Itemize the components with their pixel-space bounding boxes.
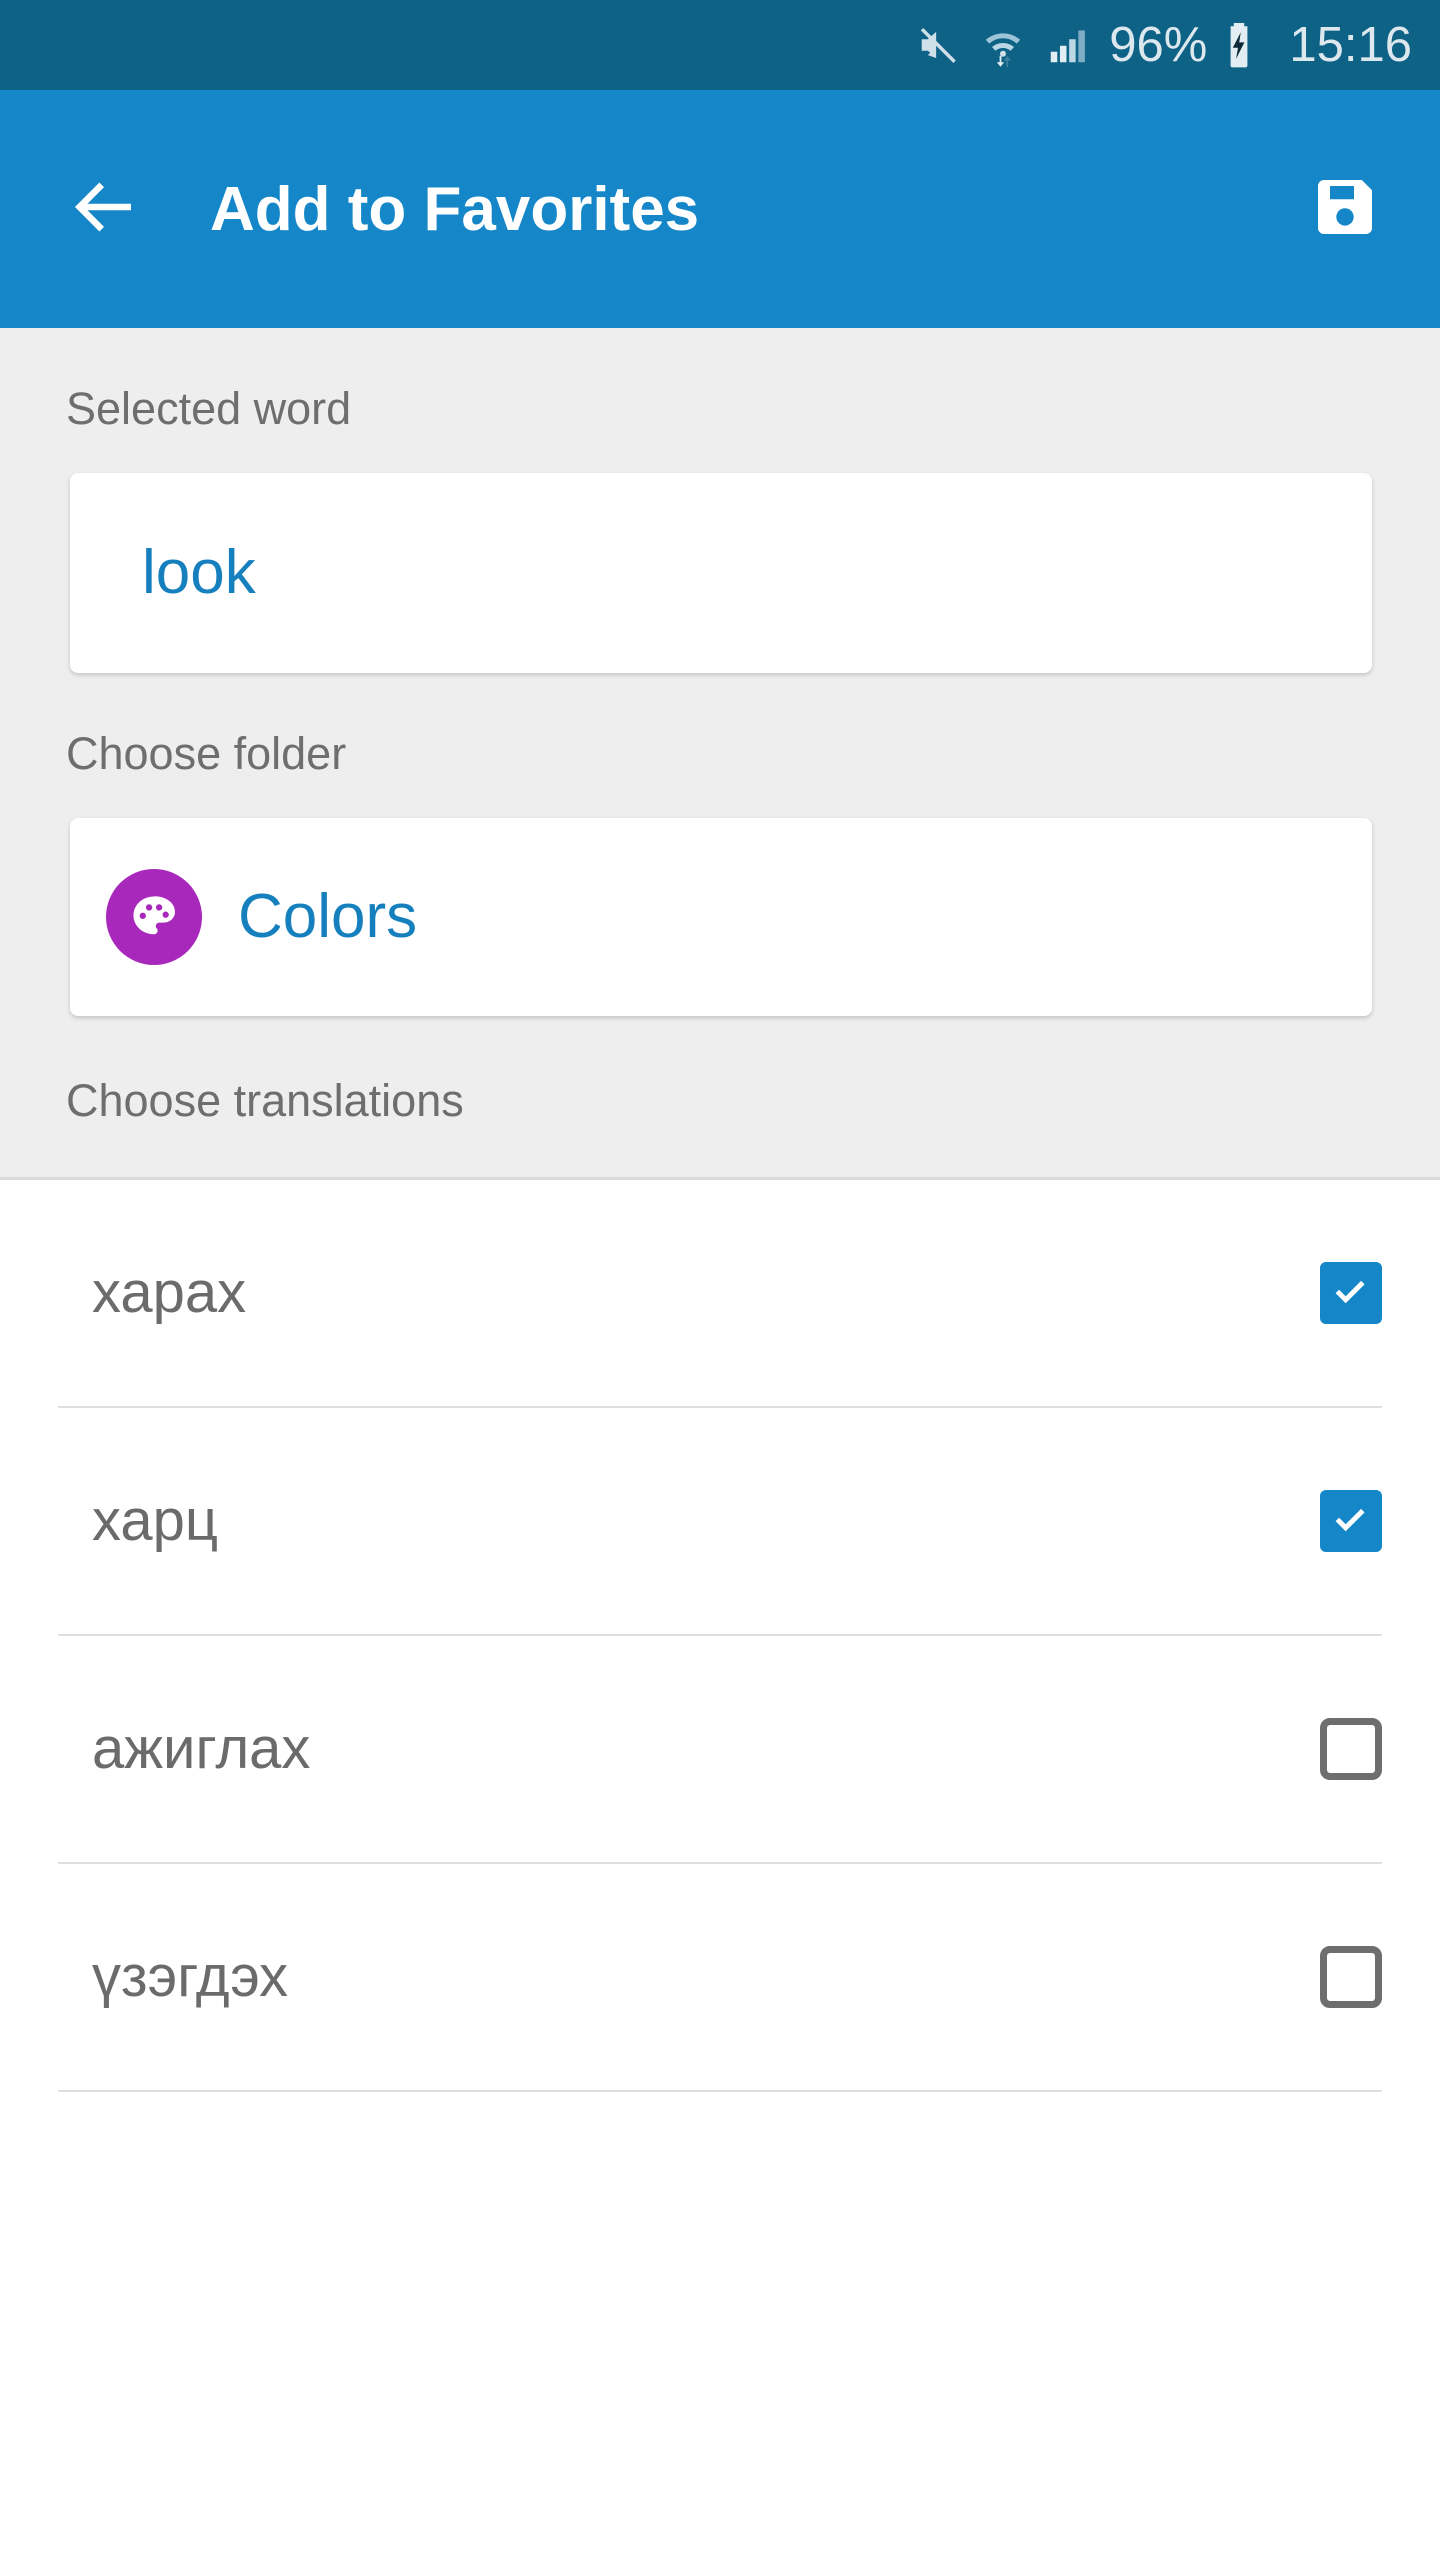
choose-translations-label: Choose translations bbox=[66, 1075, 464, 1126]
choose-folder-value: Colors bbox=[238, 882, 418, 951]
list-item[interactable]: харц bbox=[0, 1408, 1440, 1634]
selected-word-field[interactable]: look bbox=[70, 473, 1372, 673]
translation-label: ажиглах bbox=[92, 1716, 311, 1781]
translations-list: харах харц ажиглах үзэгдэх bbox=[0, 1180, 1440, 2092]
wifi-transfer-icon bbox=[979, 21, 1027, 69]
translation-checkbox[interactable] bbox=[1320, 1262, 1382, 1324]
save-button[interactable] bbox=[1302, 166, 1388, 252]
translation-label: үзэгдэх bbox=[92, 1944, 289, 2009]
selected-word-value: look bbox=[142, 538, 256, 607]
palette-icon bbox=[106, 869, 202, 965]
back-button[interactable] bbox=[62, 166, 148, 252]
page-title: Add to Favorites bbox=[210, 174, 700, 244]
mute-icon bbox=[915, 22, 961, 68]
cellular-signal-icon bbox=[1045, 22, 1091, 68]
app-bar: Add to Favorites bbox=[0, 90, 1440, 328]
selected-word-label: Selected word bbox=[66, 383, 352, 434]
list-divider bbox=[58, 2090, 1382, 2092]
status-bar: 96% 15:16 bbox=[0, 0, 1440, 90]
translation-checkbox[interactable] bbox=[1320, 1490, 1382, 1552]
list-item[interactable]: ажиглах bbox=[0, 1636, 1440, 1862]
save-floppy-icon bbox=[1309, 171, 1381, 248]
translation-label: харц bbox=[92, 1488, 219, 1553]
back-arrow-icon bbox=[66, 168, 144, 251]
list-item[interactable]: харах bbox=[0, 1180, 1440, 1406]
battery-charging-icon bbox=[1219, 21, 1259, 69]
translation-checkbox[interactable] bbox=[1320, 1946, 1382, 2008]
translation-checkbox[interactable] bbox=[1320, 1718, 1382, 1780]
choose-folder-label: Choose folder bbox=[66, 728, 347, 779]
choose-folder-field[interactable]: Colors bbox=[70, 818, 1372, 1016]
list-item[interactable]: үзэгдэх bbox=[0, 1864, 1440, 2090]
form-area: Selected word look Choose folder Colors … bbox=[0, 328, 1440, 1180]
battery-percent: 96% bbox=[1109, 17, 1208, 72]
translation-label: харах bbox=[92, 1260, 247, 1325]
status-bar-clock: 15:16 bbox=[1289, 17, 1412, 72]
